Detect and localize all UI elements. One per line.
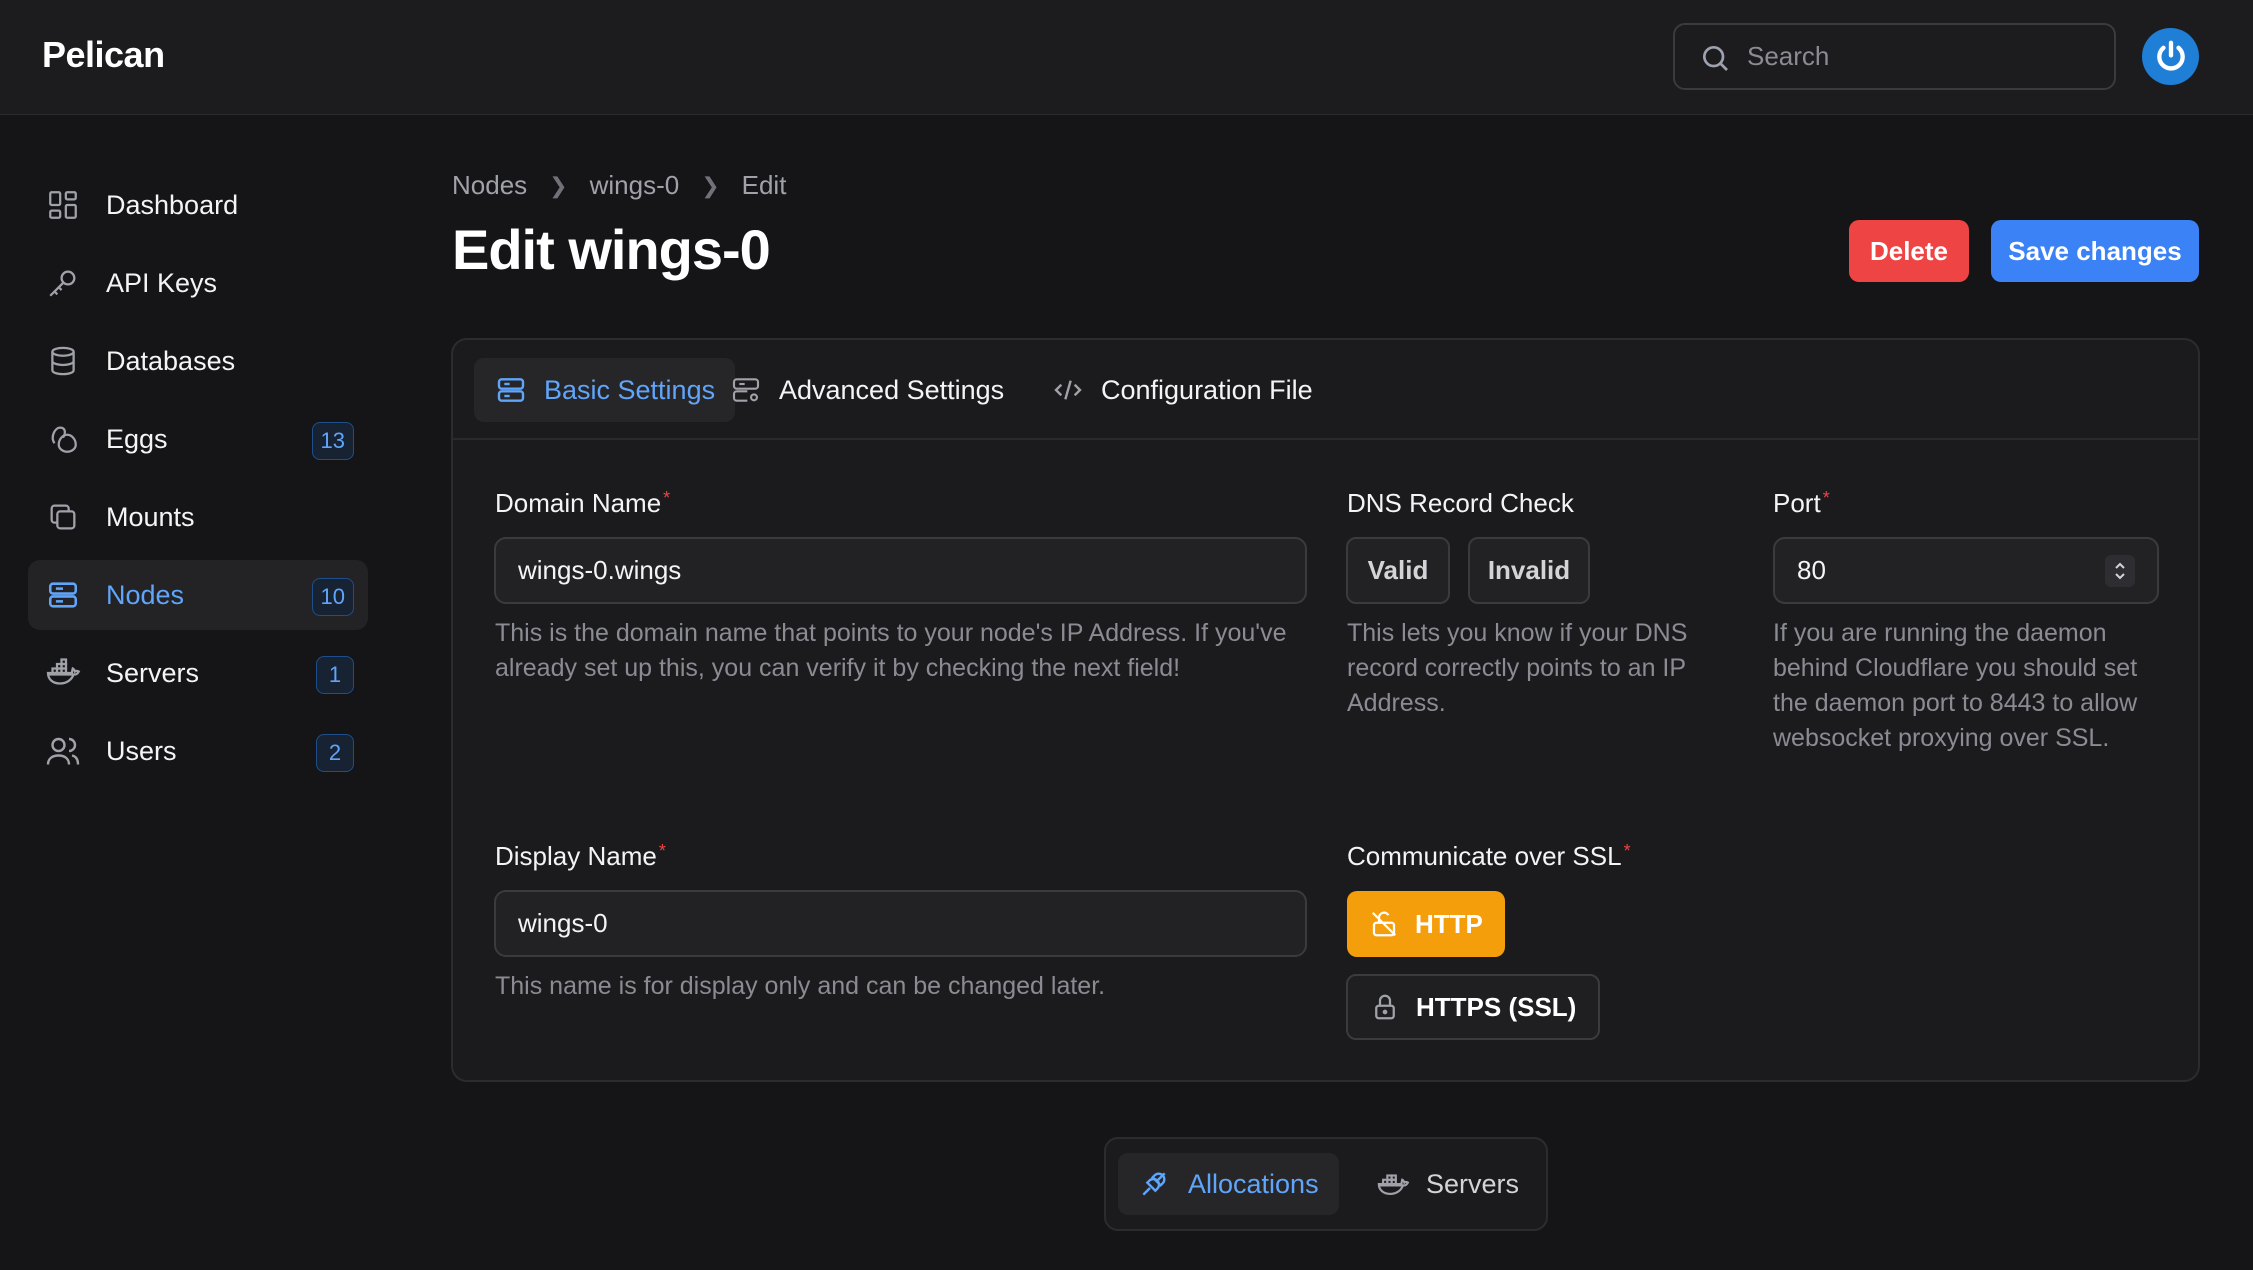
settings-card: Basic Settings Advanced Settings Configu…: [451, 338, 2200, 1082]
ssl-https-option[interactable]: HTTPS (SSL): [1346, 974, 1601, 1040]
brand-logo[interactable]: Pelican: [42, 34, 165, 76]
display-name-help: This name is for display only and can be…: [495, 972, 1106, 1000]
ssl-https-label: HTTPS (SSL): [1416, 991, 1577, 1022]
sidebar-item-api-keys[interactable]: API Keys: [28, 248, 368, 318]
mount-icon: [44, 498, 82, 536]
sidebar: Dashboard API Keys Databases Eggs 13 Mou…: [28, 170, 368, 794]
ssl-http-label: HTTP: [1415, 908, 1483, 939]
plug-icon: [1138, 1167, 1172, 1201]
sidebar-item-databases[interactable]: Databases: [28, 326, 368, 396]
save-button[interactable]: Save changes: [1991, 220, 2199, 282]
sidebar-item-label: Mounts: [106, 501, 195, 532]
dns-valid-chip: Valid: [1346, 537, 1450, 604]
port-input[interactable]: 80: [1773, 537, 2159, 604]
search-icon: [1699, 42, 1731, 74]
dashboard-icon: [44, 186, 82, 224]
tab-advanced-settings[interactable]: Advanced Settings: [709, 358, 1024, 422]
required-marker: *: [663, 488, 671, 508]
dns-check-help: This lets you know if your DNS record co…: [1347, 619, 1688, 717]
breadcrumb-item-current: Edit: [741, 170, 787, 200]
tab-label: Configuration File: [1101, 374, 1313, 405]
required-marker: *: [1623, 841, 1631, 861]
dns-check-label: DNS Record Check: [1347, 488, 1574, 518]
sidebar-item-users[interactable]: Users 2: [28, 716, 368, 786]
tab-label: Allocations: [1188, 1168, 1319, 1199]
tab-label: Basic Settings: [544, 374, 716, 405]
key-icon: [44, 264, 82, 302]
sidebar-item-label: Servers: [106, 657, 200, 688]
sidebar-item-eggs[interactable]: Eggs 13: [28, 404, 368, 474]
sidebar-item-label: API Keys: [106, 267, 218, 298]
page-title: Edit wings-0: [452, 218, 771, 281]
ssl-label: Communicate over SSL *: [1347, 841, 1631, 872]
tab-servers[interactable]: Servers: [1356, 1153, 1539, 1215]
breadcrumb-item-nodes[interactable]: Nodes: [452, 170, 527, 201]
sidebar-item-label: Databases: [106, 345, 236, 376]
sidebar-item-mounts[interactable]: Mounts: [28, 482, 368, 552]
top-bar: Pelican: [0, 0, 2253, 115]
delete-button[interactable]: Delete: [1849, 220, 1969, 282]
tab-basic-settings[interactable]: Basic Settings: [474, 358, 736, 422]
sidebar-item-label: Users: [106, 735, 177, 766]
count-badge: 1: [316, 656, 354, 694]
label-text: Communicate over SSL: [1347, 841, 1622, 871]
users-icon: [44, 732, 82, 770]
required-marker: *: [658, 841, 666, 861]
domain-name-help: This is the domain name that points to y…: [495, 619, 1287, 682]
required-marker: *: [1822, 488, 1830, 508]
stepper-icon[interactable]: [2105, 555, 2135, 587]
sidebar-item-label: Nodes: [106, 579, 185, 610]
sidebar-item-label: Dashboard: [106, 189, 239, 220]
dns-invalid-chip: Invalid: [1468, 537, 1590, 604]
lock-icon: [1370, 992, 1400, 1022]
tab-label: Servers: [1426, 1168, 1520, 1199]
sidebar-item-dashboard[interactable]: Dashboard: [28, 170, 368, 240]
port-label: Port *: [1773, 488, 1830, 519]
tab-bar: Basic Settings Advanced Settings Configu…: [453, 340, 2198, 440]
count-badge: 2: [316, 734, 354, 772]
docker-icon: [1376, 1167, 1410, 1201]
count-badge: 10: [311, 578, 354, 616]
input-value: wings-0.wings: [518, 555, 682, 585]
server-stack-icon: [494, 373, 528, 407]
domain-name-input[interactable]: wings-0.wings: [494, 537, 1307, 604]
sidebar-item-label: Eggs: [106, 423, 168, 454]
breadcrumb-item-node[interactable]: wings-0: [590, 170, 680, 201]
search-box[interactable]: [1673, 23, 2116, 90]
tab-label: Advanced Settings: [779, 374, 1005, 405]
chevron-right-icon: ❯: [549, 172, 568, 198]
domain-name-label: Domain Name *: [495, 488, 670, 519]
lock-open-icon: [1369, 909, 1399, 939]
label-text: Display Name: [495, 841, 657, 871]
tab-configuration-file[interactable]: Configuration File: [1031, 358, 1333, 422]
search-input[interactable]: [1747, 25, 2107, 88]
relation-tabs: Allocations Servers: [1104, 1137, 1548, 1231]
server-stack-icon: [44, 576, 82, 614]
label-text: Port: [1773, 488, 1821, 518]
display-name-input[interactable]: wings-0: [494, 890, 1307, 957]
label-text: Domain Name: [495, 488, 662, 518]
breadcrumb: Nodes ❯ wings-0 ❯ Edit: [452, 170, 786, 201]
tab-allocations[interactable]: Allocations: [1118, 1153, 1339, 1215]
sidebar-item-nodes[interactable]: Nodes 10: [28, 560, 368, 630]
chevron-right-icon: ❯: [701, 172, 720, 198]
egg-icon: [44, 420, 82, 458]
code-icon: [1051, 373, 1085, 407]
server-cog-icon: [729, 373, 763, 407]
avatar[interactable]: [2142, 28, 2199, 85]
ssl-http-option[interactable]: HTTP: [1347, 891, 1505, 957]
sidebar-item-servers[interactable]: Servers 1: [28, 638, 368, 708]
port-help: If you are running the daemon behind Clo…: [1773, 619, 2138, 752]
input-value: 80: [1797, 555, 1826, 585]
display-name-label: Display Name *: [495, 841, 666, 872]
power-icon: [2156, 40, 2185, 71]
count-badge: 13: [311, 422, 354, 460]
docker-icon: [44, 654, 82, 692]
input-value: wings-0: [518, 908, 608, 938]
database-icon: [44, 342, 82, 380]
